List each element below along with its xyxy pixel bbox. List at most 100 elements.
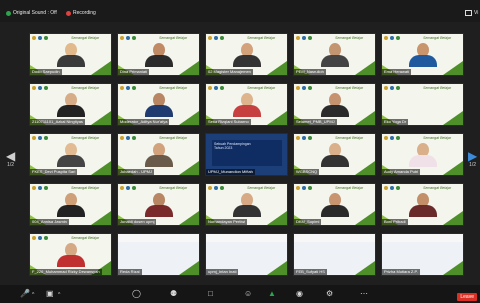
participant-name: DKM_Supimi (294, 219, 322, 225)
institution-logo-icon (296, 36, 300, 40)
participant-body (56, 255, 85, 267)
participant-tile[interactable]: Prizha Mutiara Z.P. (381, 233, 464, 276)
share-screen-icon[interactable]: ▲ (268, 289, 276, 298)
institution-logo-icon (214, 36, 218, 40)
original-sound-toggle[interactable]: Original Sound : Off (6, 10, 57, 16)
participant-tile[interactable]: Sebuah Pendampingan Tahun 2023 UPMJ_Munand… (205, 133, 288, 176)
leaf-decoration (179, 161, 199, 175)
leaf-decoration (267, 61, 287, 75)
chat-icon[interactable]: □ (208, 289, 213, 298)
participant-body (408, 155, 437, 167)
virtual-background-banner: Semangat Belajar (118, 184, 199, 192)
banner-title: Semangat Belajar (159, 136, 187, 140)
participant-tile[interactable]: Semangat Belajar WGBSCNQ (293, 133, 376, 176)
participant-video (56, 93, 85, 117)
leaf-decoration (355, 111, 375, 125)
participant-name: F_226_Muhammad Rizky Dewansyah (30, 269, 102, 275)
video-camera-icon[interactable]: ▣ (46, 289, 54, 298)
participant-video (144, 143, 173, 167)
institution-logo-icon (296, 186, 300, 190)
participant-body (56, 155, 85, 167)
apps-icon[interactable]: ⚙ (326, 289, 333, 298)
participant-video (320, 43, 349, 67)
view-label: Vi (474, 10, 479, 16)
view-button[interactable]: Vi (465, 10, 478, 16)
slide-line: Tahun 2023 (214, 146, 233, 150)
participant-tile[interactable]: Semangat Belajar Junaidi dosen upmj (117, 183, 200, 226)
institution-logo-icon (308, 36, 312, 40)
participant-tile[interactable]: Semangat Belajar Dina Primaniati (117, 33, 200, 76)
institution-logo-icon (396, 186, 400, 190)
participant-tile[interactable]: Semangat Belajar FKES_Devi Puspita Sari (29, 133, 112, 176)
institution-logo-icon (220, 36, 224, 40)
chevron-up-icon[interactable]: ^ (58, 292, 60, 298)
participant-tile[interactable]: Semangat Belajar PEM_Nasrulloh (293, 33, 376, 76)
participant-tile[interactable]: Semangat Belajar DKM_Supimi (293, 183, 376, 226)
institution-logo-icon (132, 136, 136, 140)
participant-tile[interactable]: Semangat Belajar Jubaedah - UPMJ (117, 133, 200, 176)
participant-video (232, 193, 261, 217)
institution-logo-icon (214, 86, 218, 90)
participant-body (232, 105, 261, 117)
chevron-right-icon: ▶ (468, 149, 478, 163)
institution-logo-icon (384, 186, 388, 190)
participant-tile[interactable]: FEB_Sufyati HS (293, 233, 376, 276)
institution-logo-icon (220, 86, 224, 90)
participant-tile[interactable]: upmj_Intan Inati (205, 233, 288, 276)
banner-title: Semangat Belajar (71, 236, 99, 240)
more-icon[interactable]: ⋯ (360, 289, 368, 298)
security-shield-icon[interactable]: ◯ (132, 289, 141, 298)
institution-logo-icon (308, 136, 312, 140)
participant-tile[interactable]: Semangat Belajar Audy Amanda Putri (381, 133, 464, 176)
institution-logo-icon (208, 186, 212, 190)
banner-title: Semangat Belajar (247, 36, 275, 40)
participant-video (56, 243, 85, 267)
participant-video (56, 193, 85, 217)
original-sound-label: Original Sound : Off (13, 10, 57, 16)
participant-tile[interactable]: Semangat Belajar Selamet_PMB_UPMJ (293, 83, 376, 126)
leaf-decoration (91, 61, 111, 75)
virtual-background-banner: Semangat Belajar (118, 84, 199, 92)
prev-page-button[interactable]: ◀ 1/2 (6, 150, 15, 168)
institution-logo-icon (44, 36, 48, 40)
institution-logo-icon (132, 186, 136, 190)
institution-logo-icon (384, 86, 388, 90)
institution-logo-icon (396, 86, 400, 90)
participant-tile[interactable]: Reda Rizal (117, 233, 200, 276)
tile-header (294, 234, 375, 242)
participant-tile[interactable]: Semangat Belajar 02 Magister Manajemen (205, 33, 288, 76)
microphone-icon[interactable]: 🎤 (20, 289, 30, 298)
leaf-decoration (443, 261, 463, 275)
participant-tile[interactable]: Semangat Belajar Ema Herawati (381, 33, 464, 76)
participant-tile[interactable]: Semangat Belajar Nurhandayan Pertiwi (205, 183, 288, 226)
participant-tile[interactable]: Semangat Belajar Eko Yoga Dr (381, 83, 464, 126)
participant-tile[interactable]: Semangat Belajar Setia Rizqiani Subarno (205, 83, 288, 126)
virtual-background-banner: Semangat Belajar (294, 184, 375, 192)
institution-logo-icon (120, 86, 124, 90)
participant-tile[interactable]: Semangat Belajar F_226_Muhammad Rizky Dew… (29, 233, 112, 276)
banner-title: Semangat Belajar (247, 186, 275, 190)
participant-name: upmj_Intan Inati (206, 269, 239, 275)
participant-name: FKES_Devi Puspita Sari (30, 169, 78, 175)
participant-tile[interactable]: Semangat Belajar Boni Pribadi (381, 183, 464, 226)
meeting-controls: 🎤 ^ ▣ ^ ◯ ⚉ □ ☺ ▲ ◉ ⚙ ⋯ Leave (0, 285, 480, 303)
participant-tile[interactable]: Semangat Belajar Dodo Saepudin (29, 33, 112, 76)
recording-indicator[interactable]: Recording (66, 10, 96, 16)
participant-tile[interactable]: Semangat Belajar 2110711101_Azkal Ningtiy… (29, 83, 112, 126)
react-icon[interactable]: ☺ (244, 289, 252, 298)
participant-tile[interactable]: Semangat Belajar Moderator_Aditya Nur'afy… (117, 83, 200, 126)
institution-logo-icon (208, 86, 212, 90)
participant-tile[interactable]: Semangat Belajar 004_Annisa Jasmin (29, 183, 112, 226)
participant-name: Dodo Saepudin (30, 69, 62, 75)
next-page-button[interactable]: ▶ 1/2 (468, 150, 477, 168)
record-icon[interactable]: ◉ (296, 289, 303, 298)
participants-icon[interactable]: ⚉ (170, 289, 177, 298)
participant-name: Setia Rizqiani Subarno (206, 119, 251, 125)
institution-logo-icon (214, 186, 218, 190)
leaf-decoration (267, 211, 287, 225)
chevron-up-icon[interactable]: ^ (32, 292, 34, 298)
participant-video (144, 43, 173, 67)
participant-name: Prizha Mutiara Z.P. (382, 269, 420, 275)
banner-title: Semangat Belajar (423, 186, 451, 190)
leave-button[interactable]: Leave (457, 293, 477, 301)
